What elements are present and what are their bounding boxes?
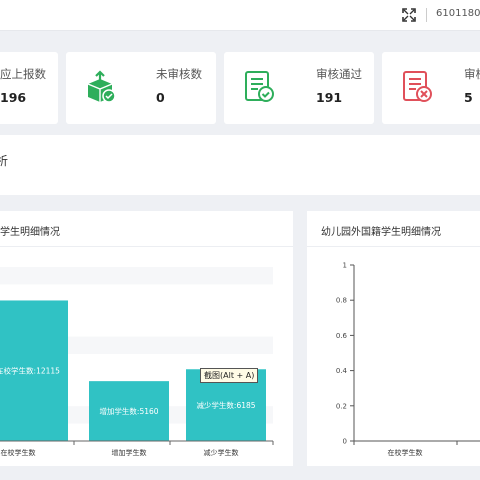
right-bar-chart: 0 0.2 0.4 0.6 0.8 1 在校学生数 bbox=[336, 262, 480, 457]
stat-value: 0 bbox=[156, 90, 165, 105]
x-tick-label: 在校学生数 bbox=[1, 448, 36, 457]
stat-value: 5 bbox=[464, 90, 473, 105]
doc-x-icon bbox=[403, 71, 432, 102]
stat-card-expected: 应上报数 196 bbox=[0, 52, 58, 124]
stat-label: 审核通过 bbox=[316, 67, 362, 81]
stat-label: 未审核数 bbox=[156, 67, 202, 81]
x-tick-label: 在校学生数 bbox=[388, 448, 423, 457]
analysis-section: 析 bbox=[0, 135, 480, 195]
divider bbox=[426, 8, 427, 22]
bar-data-label: 在校学生数:12115 bbox=[0, 366, 60, 376]
y-tick-label: 0.6 bbox=[336, 332, 348, 340]
panel-title: 学生明细情况 bbox=[0, 227, 60, 238]
right-chart-panel: 幼儿园外国籍学生明细情况 0 0.2 0.4 0.6 0.8 1 在校学生数 bbox=[307, 211, 480, 466]
bar-data-label: 增加学生数:5160 bbox=[99, 406, 158, 416]
stat-value: 191 bbox=[316, 90, 343, 105]
doc-check-icon bbox=[245, 71, 274, 102]
panel-title: 幼儿园外国籍学生明细情况 bbox=[321, 227, 441, 238]
screenshot-tooltip: 截图(Alt + A) bbox=[200, 368, 259, 383]
y-tick-label: 0.4 bbox=[336, 367, 348, 375]
grid-band bbox=[0, 267, 273, 285]
stat-label: 应上报数 bbox=[0, 67, 46, 81]
y-tick-label: 0 bbox=[343, 438, 347, 446]
stat-card-approved: 审核通过 191 bbox=[224, 52, 374, 124]
account-id[interactable]: 610118000 bbox=[436, 8, 480, 19]
stat-value: 196 bbox=[0, 90, 27, 105]
stat-card-pending: 未审核数 0 bbox=[66, 52, 216, 124]
y-tick-label: 1 bbox=[343, 262, 347, 270]
x-tick-label: 增加学生数 bbox=[112, 448, 147, 457]
top-bar: 610118000 bbox=[0, 0, 480, 31]
fullscreen-icon[interactable] bbox=[402, 8, 416, 22]
x-tick-label: 减少学生数 bbox=[204, 448, 239, 457]
left-bar-chart: 在校学生数:12115 增加学生数:5160 减少学生数:6185 在校学生数 增加学生… bbox=[0, 267, 274, 457]
left-chart-panel: 学生明细情况 在校学生数:12115 增加学生数:5160 减少学生数:6185 在校… bbox=[0, 211, 293, 466]
y-tick-label: 0.2 bbox=[336, 402, 347, 410]
stat-label: 审核 bbox=[464, 67, 480, 81]
y-tick-label: 0.8 bbox=[336, 297, 347, 305]
section-title: 析 bbox=[0, 154, 9, 168]
stat-card-rejected: 审核 5 bbox=[382, 52, 480, 124]
bar-data-label: 减少学生数:6185 bbox=[196, 400, 255, 410]
box-upload-icon bbox=[87, 70, 116, 103]
